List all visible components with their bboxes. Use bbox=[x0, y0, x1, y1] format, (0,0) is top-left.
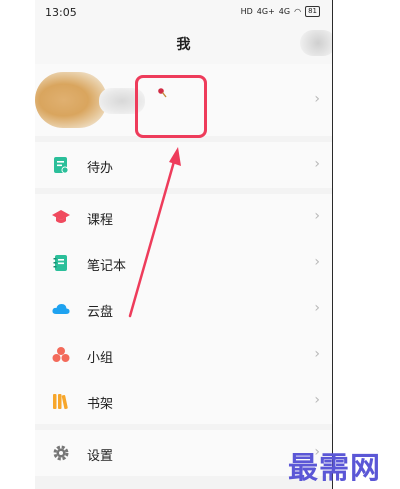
watermark: 最需网 bbox=[288, 451, 381, 486]
annotation-arrow bbox=[128, 147, 181, 318]
